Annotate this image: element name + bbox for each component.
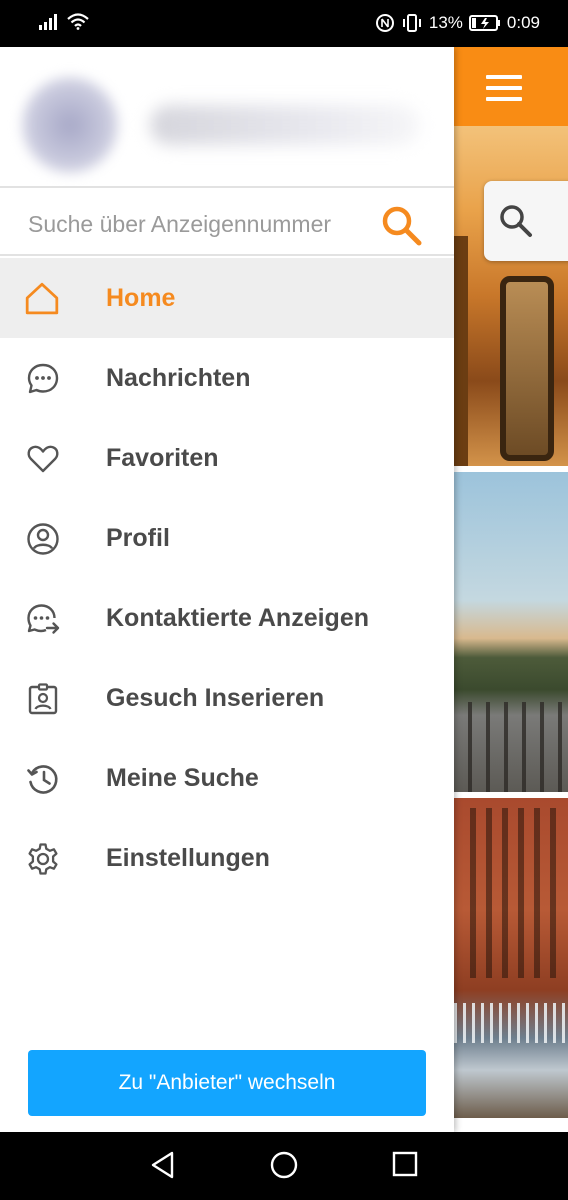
menu-item-favoriten[interactable]: Favoriten (0, 418, 454, 498)
background-search-button[interactable] (484, 181, 568, 261)
menu-icon[interactable] (486, 75, 522, 101)
wifi-icon (67, 13, 89, 30)
listing-image-train[interactable] (454, 126, 568, 466)
user-circle-icon (27, 523, 59, 555)
user-name-blurred (150, 105, 420, 145)
history-icon (27, 765, 58, 794)
drawer-header (0, 47, 454, 188)
heart-icon (27, 445, 59, 473)
menu-item-home[interactable]: Home (0, 258, 454, 338)
home-icon (25, 282, 59, 315)
menu-item-nachrichten[interactable]: Nachrichten (0, 338, 454, 418)
switch-to-provider-button[interactable]: Zu "Anbieter" wechseln (28, 1050, 426, 1116)
menu-label-einstellungen: Einstellungen (106, 844, 270, 872)
ad-number-search (0, 190, 454, 256)
battery-icon (468, 15, 500, 31)
search-input[interactable] (28, 208, 380, 240)
menu-label-kontaktierte-anzeigen: Kontaktierte Anzeigen (106, 604, 370, 632)
listing-image-buildings[interactable] (454, 798, 568, 1118)
status-left (38, 12, 90, 30)
search-icon (500, 205, 532, 237)
avatar[interactable] (22, 77, 118, 173)
listing-image-river[interactable] (454, 472, 568, 792)
menu-item-meine-suche[interactable]: Meine Suche (0, 738, 454, 818)
home-button-icon[interactable] (269, 1150, 299, 1180)
battery-percent: 13% (428, 13, 463, 32)
menu-item-gesuch-inserieren[interactable]: Gesuch Inserieren (0, 658, 454, 738)
system-navigation-bar (0, 1132, 568, 1200)
navigation-drawer: Home Nachrichten Favoriten Profil (0, 47, 454, 1132)
nfc-icon (375, 14, 394, 32)
background-app-bar (454, 47, 568, 126)
clock: 0:09 (506, 13, 540, 32)
gear-icon (28, 843, 58, 875)
menu-label-home: Home (106, 284, 176, 312)
search-icon[interactable] (380, 204, 424, 248)
vibrate-icon (402, 14, 421, 32)
menu-item-profil[interactable]: Profil (0, 498, 454, 578)
background-content (454, 47, 568, 1132)
menu-label-favoriten: Favoriten (106, 444, 219, 472)
recents-icon[interactable] (391, 1150, 419, 1178)
back-icon[interactable] (148, 1150, 178, 1180)
status-right: 13% 0:09 (375, 12, 540, 34)
menu-item-kontaktierte-anzeigen[interactable]: Kontaktierte Anzeigen (0, 578, 454, 658)
menu-label-nachrichten: Nachrichten (106, 364, 251, 392)
drawer-menu: Home Nachrichten Favoriten Profil Kontak… (0, 258, 454, 898)
menu-label-profil: Profil (106, 524, 170, 552)
id-badge-icon (28, 683, 58, 715)
signal-icon (39, 14, 57, 30)
chat-forward-icon (27, 604, 60, 634)
menu-label-meine-suche: Meine Suche (106, 764, 259, 792)
menu-item-einstellungen[interactable]: Einstellungen (0, 818, 454, 898)
menu-label-gesuch-inserieren: Gesuch Inserieren (106, 684, 325, 712)
chat-bubble-icon (27, 363, 59, 394)
status-bar: 13% 0:09 (0, 0, 568, 47)
